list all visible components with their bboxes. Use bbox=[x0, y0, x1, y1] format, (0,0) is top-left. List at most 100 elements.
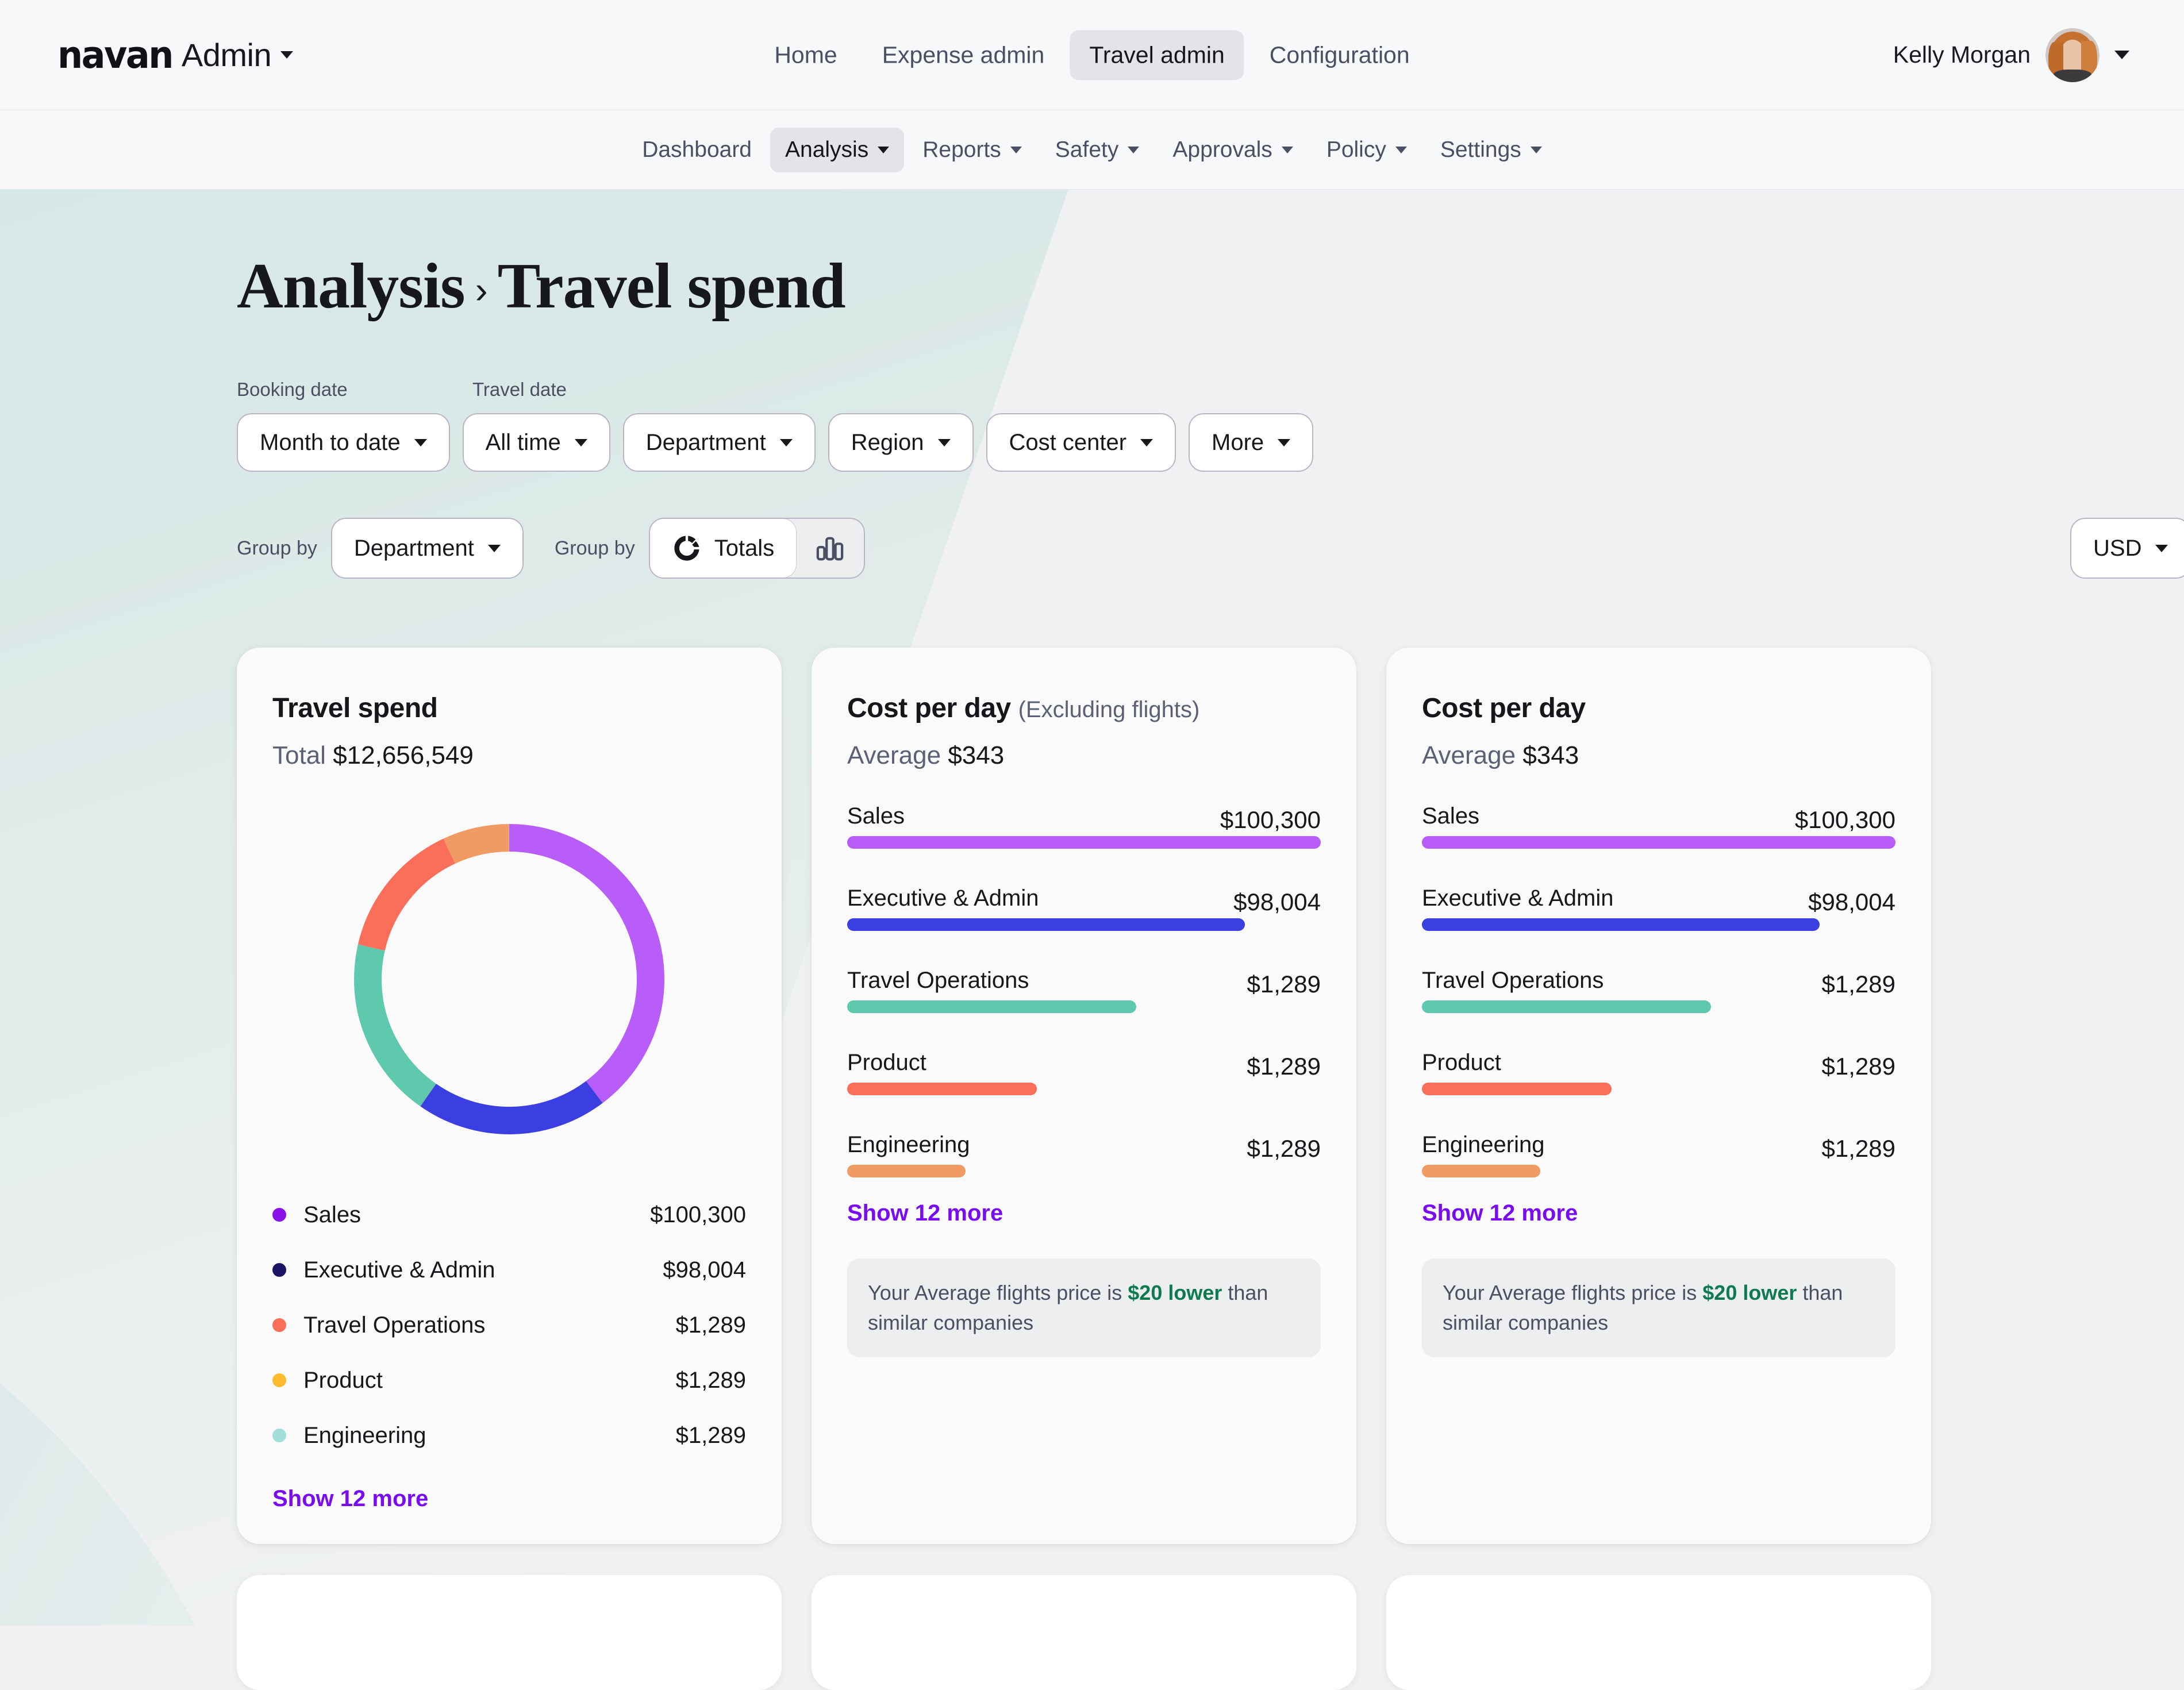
bar-row[interactable]: Engineering $1,289 bbox=[1422, 1132, 1895, 1177]
user-menu[interactable]: Kelly Morgan bbox=[1893, 28, 2129, 82]
bar-value: $1,289 bbox=[1821, 1135, 1895, 1162]
bar-fill bbox=[847, 1165, 966, 1177]
card-metric: Average $343 bbox=[1422, 741, 1895, 770]
avatar[interactable] bbox=[2045, 28, 2100, 82]
group-by-label-2: Group by bbox=[554, 537, 635, 559]
filter-booking-date[interactable]: Month to date bbox=[237, 413, 450, 472]
bar-track bbox=[1422, 918, 1895, 931]
bar-fill bbox=[1422, 1165, 1540, 1177]
filter-more[interactable]: More bbox=[1189, 413, 1314, 472]
bar-label: Travel Operations bbox=[847, 968, 1029, 993]
subnav-item-analysis[interactable]: Analysis bbox=[770, 127, 905, 172]
legend-item[interactable]: Product $1,289 bbox=[272, 1353, 746, 1408]
bar-row[interactable]: Sales $100,300 bbox=[1422, 803, 1895, 849]
subnav-item-approvals[interactable]: Approvals bbox=[1158, 128, 1308, 172]
subnav-item-reports[interactable]: Reports bbox=[908, 128, 1037, 172]
group-by-label-1: Group by bbox=[237, 537, 317, 559]
legend-item[interactable]: Travel Operations $1,289 bbox=[272, 1298, 746, 1353]
card-title-subtext: (Excluding flights) bbox=[1018, 697, 1200, 722]
filter-department[interactable]: Department bbox=[622, 413, 816, 472]
bar-value: $98,004 bbox=[1808, 888, 1895, 915]
bar-row[interactable]: Engineering $1,289 bbox=[847, 1132, 1321, 1177]
view-mode-bars-button[interactable] bbox=[796, 519, 864, 578]
card-placeholder[interactable] bbox=[1386, 1575, 1931, 1690]
chevron-down-icon[interactable] bbox=[2114, 51, 2129, 59]
show-more-link[interactable]: Show 12 more bbox=[1422, 1200, 1895, 1226]
view-mode-totals-button[interactable]: Totals bbox=[649, 519, 797, 578]
donut-chart-svg bbox=[354, 824, 664, 1134]
card-metric-label: Total bbox=[272, 741, 326, 769]
bar-value: $1,289 bbox=[1821, 971, 1895, 998]
bar-row[interactable]: Product $1,289 bbox=[1422, 1050, 1895, 1095]
subnav-item-safety[interactable]: Safety bbox=[1040, 128, 1155, 172]
subnav-label: Reports bbox=[922, 137, 1001, 162]
card-metric-label: Average bbox=[847, 741, 941, 769]
bar-row[interactable]: Travel Operations $1,289 bbox=[847, 968, 1321, 1013]
show-more-link[interactable]: Show 12 more bbox=[847, 1200, 1321, 1226]
legend-color-dot bbox=[272, 1318, 286, 1332]
chevron-down-icon bbox=[1395, 146, 1407, 153]
bar-row[interactable]: Sales $100,300 bbox=[847, 803, 1321, 849]
legend-value: $98,004 bbox=[663, 1257, 746, 1283]
legend-label: Sales bbox=[303, 1202, 362, 1227]
cards-grid-row-2 bbox=[237, 1575, 2184, 1690]
legend-item[interactable]: Executive & Admin $98,004 bbox=[272, 1242, 746, 1298]
bar-value: $1,289 bbox=[1247, 971, 1321, 998]
legend-color-dot bbox=[272, 1429, 286, 1442]
view-mode-totals-label: Totals bbox=[714, 535, 775, 561]
subnav-item-settings[interactable]: Settings bbox=[1425, 128, 1557, 172]
nav-item-travel-admin[interactable]: Travel admin bbox=[1070, 30, 1244, 80]
bar-track bbox=[1422, 1000, 1895, 1013]
legend-color-dot bbox=[272, 1373, 286, 1387]
chevron-down-icon bbox=[487, 544, 501, 552]
filter-label: Cost center bbox=[1009, 429, 1127, 455]
bar-track bbox=[847, 918, 1321, 931]
filter-cost-center[interactable]: Cost center bbox=[986, 413, 1176, 472]
bar-row[interactable]: Travel Operations $1,289 bbox=[1422, 968, 1895, 1013]
bar-label: Sales bbox=[1422, 803, 1480, 829]
breadcrumb-parent[interactable]: Analysis bbox=[237, 249, 466, 324]
bar-fill bbox=[847, 1083, 1037, 1095]
legend-item[interactable]: Engineering $1,289 bbox=[272, 1408, 746, 1463]
nav-item-expense-admin[interactable]: Expense admin bbox=[863, 30, 1064, 80]
group-by-department-select[interactable]: Department bbox=[330, 518, 524, 579]
filter-region[interactable]: Region bbox=[828, 413, 974, 472]
brand-logo-group[interactable]: navan Admin bbox=[57, 33, 294, 77]
card-metric-value: $12,656,549 bbox=[333, 741, 474, 769]
bar-row[interactable]: Executive & Admin $98,004 bbox=[847, 886, 1321, 931]
bar-row[interactable]: Executive & Admin $98,004 bbox=[1422, 886, 1895, 931]
filter-travel-date[interactable]: All time bbox=[462, 413, 610, 472]
bar-list: Sales $100,300 Executive & Admin $98,004 bbox=[847, 803, 1321, 1177]
nav-item-home[interactable]: Home bbox=[755, 30, 856, 80]
bar-label: Travel Operations bbox=[1422, 968, 1604, 993]
subnav-label: Dashboard bbox=[642, 137, 752, 162]
chevron-down-icon bbox=[878, 146, 890, 153]
nav-item-configuration[interactable]: Configuration bbox=[1250, 30, 1429, 80]
cards-grid: Travel spend Total $12,656,549 Sales $10… bbox=[237, 648, 2184, 1544]
card-title: Cost per day bbox=[1422, 692, 1895, 724]
donut-chart-icon bbox=[674, 536, 699, 561]
bar-track bbox=[847, 836, 1321, 849]
subnav-item-policy[interactable]: Policy bbox=[1312, 128, 1422, 172]
bar-label: Product bbox=[847, 1050, 926, 1075]
show-more-link[interactable]: Show 12 more bbox=[272, 1486, 746, 1512]
card-cost-per-day-excl-flights: Cost per day (Excluding flights) Average… bbox=[812, 648, 1356, 1544]
legend-value: $1,289 bbox=[675, 1312, 746, 1338]
card-placeholder[interactable] bbox=[237, 1575, 782, 1690]
subnav-item-dashboard[interactable]: Dashboard bbox=[627, 128, 767, 172]
card-metric: Total $12,656,549 bbox=[272, 741, 746, 770]
bar-row[interactable]: Product $1,289 bbox=[847, 1050, 1321, 1095]
bar-label: Executive & Admin bbox=[1422, 886, 1614, 911]
bar-label: Engineering bbox=[847, 1132, 970, 1157]
chevron-down-icon bbox=[574, 438, 587, 446]
benchmark-note: Your Average flights price is $20 lower … bbox=[1422, 1258, 1895, 1358]
donut-chart bbox=[272, 807, 746, 1152]
chevron-down-icon[interactable] bbox=[280, 51, 294, 59]
legend-item[interactable]: Sales $100,300 bbox=[272, 1187, 746, 1242]
currency-select[interactable]: USD bbox=[2070, 518, 2184, 579]
card-placeholder[interactable] bbox=[812, 1575, 1356, 1690]
bar-value: $100,300 bbox=[1220, 806, 1321, 833]
filter-labels-row: Booking date Travel date bbox=[237, 379, 2184, 401]
note-highlight: $20 lower bbox=[1702, 1281, 1797, 1304]
subnav-label: Analysis bbox=[785, 137, 869, 162]
